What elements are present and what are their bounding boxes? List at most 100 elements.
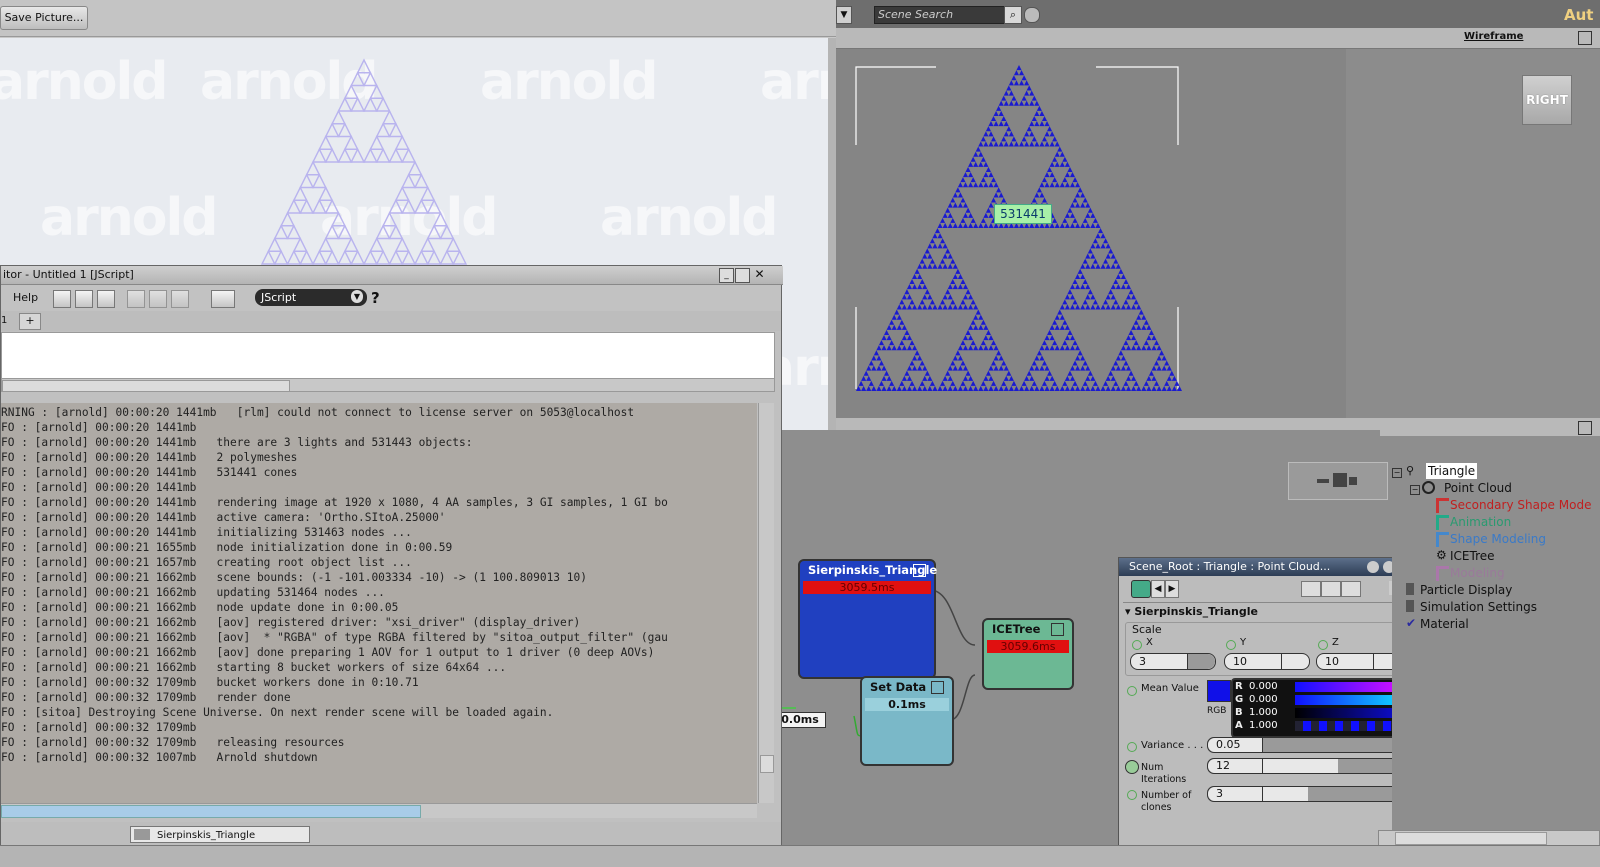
help-menu[interactable]: Help: [13, 291, 38, 304]
tab-1[interactable]: 1: [1, 313, 13, 328]
animate-toggle[interactable]: [1125, 760, 1139, 774]
log-vertical-scrollbar[interactable]: [758, 403, 774, 803]
language-select[interactable]: JScript ▼: [255, 289, 367, 306]
triangle-cell: [998, 110, 1004, 116]
cut-icon[interactable]: [127, 290, 145, 308]
explorer-item-secondary-shape-mode[interactable]: Secondary Shape Mode: [1450, 497, 1591, 513]
sierpinski-triangle-node[interactable]: Sierpinskis_Triangle 3059.5ms: [798, 559, 937, 679]
explorer-item-particle-display[interactable]: Particle Display: [1420, 582, 1512, 598]
triangle-cell: [1069, 182, 1076, 188]
g-value[interactable]: 0.000: [1249, 694, 1278, 705]
icetree-node[interactable]: ICETree 3059.6ms: [982, 618, 1074, 690]
new-file-icon[interactable]: [53, 290, 71, 308]
animation-icon[interactable]: [1341, 581, 1361, 597]
explorer-item-triangle[interactable]: Triangle: [1426, 463, 1478, 479]
iterations-slider[interactable]: 12: [1207, 758, 1413, 774]
animate-toggle[interactable]: [1127, 790, 1137, 800]
help-icon[interactable]: ?: [371, 289, 380, 307]
view-cube[interactable]: RIGHT: [1522, 75, 1572, 125]
a-value[interactable]: 1.000: [1249, 720, 1278, 731]
paste-icon[interactable]: [171, 290, 189, 308]
scrollbar-thumb[interactable]: [2, 380, 290, 392]
model-selector[interactable]: Sierpinskis_Triangle: [130, 826, 310, 843]
animate-toggle[interactable]: [1127, 686, 1137, 696]
scene-search-input[interactable]: Scene Search: [874, 6, 1005, 24]
triangle-cell: [1003, 365, 1009, 371]
chevron-left-icon[interactable]: ◀: [1151, 580, 1165, 598]
clear-search-icon[interactable]: [1024, 7, 1040, 23]
explorer-item-modeling[interactable]: Modeling: [1450, 565, 1505, 581]
triangle-cell: [432, 211, 449, 227]
maximize-icon[interactable]: [735, 268, 750, 283]
triangle-cell: [1115, 284, 1121, 290]
triangle-cell: [899, 299, 905, 305]
triangle-cell: [962, 365, 969, 371]
preset-icon[interactable]: [1301, 581, 1321, 597]
save-picture-button[interactable]: Save Picture...: [0, 6, 88, 30]
graph-navigator[interactable]: [1288, 462, 1388, 500]
maximize-icon[interactable]: [1578, 421, 1592, 435]
animate-toggle[interactable]: [1127, 742, 1137, 752]
explorer-item-point-cloud[interactable]: Point Cloud: [1426, 480, 1512, 496]
log-line: FO : [arnold] 00:00:21 1662mb [aov] regi…: [1, 616, 581, 629]
log-horizontal-scrollbar[interactable]: [1, 803, 757, 818]
maximize-icon[interactable]: [1578, 31, 1592, 45]
viewport-3d-area[interactable]: 531441 RIGHT: [836, 49, 1600, 418]
add-tab-button[interactable]: +: [19, 313, 41, 330]
scale-y-field[interactable]: 10: [1224, 653, 1310, 670]
script-log-output[interactable]: RNING : [arnold] 00:00:20 1441mb [rlm] c…: [1, 403, 757, 805]
chevron-down-icon[interactable]: ▼: [836, 6, 852, 24]
magnet-icon[interactable]: [1371, 581, 1385, 595]
section-header[interactable]: ▾ Sierpinskis_Triangle: [1125, 605, 1258, 618]
color-swatch[interactable]: [1207, 680, 1231, 702]
explorer-item-simulation-settings[interactable]: Simulation Settings: [1420, 599, 1537, 615]
keyframe-icon[interactable]: [1321, 581, 1341, 597]
script-input-area[interactable]: [1, 332, 775, 380]
b-value[interactable]: 1.000: [1249, 707, 1278, 718]
lock-icon[interactable]: [1367, 561, 1379, 573]
triangle-cell: [1131, 294, 1137, 300]
save-icon[interactable]: [75, 290, 93, 308]
display-mode-menu[interactable]: Wireframe: [1464, 31, 1523, 42]
input-horizontal-scrollbar[interactable]: [1, 378, 775, 392]
menu-icon[interactable]: [931, 681, 944, 694]
animate-toggle[interactable]: [1318, 640, 1328, 650]
menu-icon[interactable]: [913, 564, 926, 577]
copy-icon[interactable]: [149, 290, 167, 308]
triangle-cell: [973, 151, 979, 157]
menu-icon[interactable]: [1051, 623, 1064, 636]
r-value[interactable]: 0.000: [1249, 681, 1278, 692]
search-icon[interactable]: ⌕: [1004, 6, 1022, 24]
triangle-cell: [917, 385, 923, 391]
variance-slider[interactable]: 0.05: [1207, 737, 1413, 753]
animate-toggle[interactable]: [1226, 640, 1236, 650]
triangle-cell: [965, 329, 971, 335]
triangle-cell: [1085, 212, 1091, 218]
triangle-cell: [947, 202, 953, 208]
close-icon[interactable]: ✕: [753, 268, 766, 281]
triangle-cell: [993, 345, 999, 351]
save-all-icon[interactable]: [97, 290, 115, 308]
explorer-item-shape-modeling[interactable]: Shape Modeling: [1450, 531, 1546, 547]
explorer-horizontal-scrollbar[interactable]: [1378, 830, 1600, 846]
explorer-item-icetree[interactable]: ICETree: [1450, 548, 1495, 564]
explorer-item-animation[interactable]: Animation: [1450, 514, 1511, 530]
clones-slider[interactable]: 3: [1207, 786, 1413, 802]
collapse-icon[interactable]: −: [1392, 468, 1402, 478]
scrollbar-thumb[interactable]: [1, 805, 421, 818]
z-label: Z: [1332, 637, 1339, 648]
link-icon[interactable]: [1131, 580, 1151, 598]
scale-x-field[interactable]: 3: [1130, 653, 1216, 670]
set-data-node[interactable]: Set Data 0.1ms: [860, 676, 954, 766]
scrollbar-thumb[interactable]: [760, 755, 774, 773]
minimize-icon[interactable]: _: [719, 268, 734, 283]
scrollbar-thumb[interactable]: [1395, 832, 1547, 845]
triangle-cell: [871, 365, 877, 371]
document-icon[interactable]: [211, 290, 235, 308]
field-divider: [1373, 654, 1374, 669]
triangle-cell: [863, 370, 869, 376]
chevron-right-icon[interactable]: ▶: [1165, 580, 1179, 598]
collapse-icon[interactable]: −: [1410, 485, 1420, 495]
explorer-item-material[interactable]: Material: [1420, 616, 1469, 632]
animate-toggle[interactable]: [1132, 640, 1142, 650]
